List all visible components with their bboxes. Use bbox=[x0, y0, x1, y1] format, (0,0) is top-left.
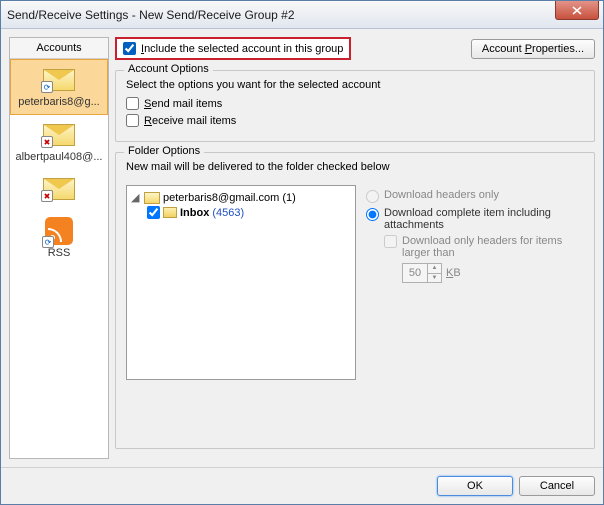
error-badge-icon: ✖ bbox=[41, 136, 53, 148]
accounts-sidebar: Accounts ⟳ peterbaris8@g... ✖ albertpaul… bbox=[9, 37, 109, 459]
main-panel: Include the selected account in this gro… bbox=[115, 37, 595, 459]
folder-tree[interactable]: ◢ peterbaris8@gmail.com (1) Inbox (4563) bbox=[126, 185, 356, 380]
envelope-icon: ⟳ bbox=[41, 66, 77, 94]
account-item-1[interactable]: ⟳ peterbaris8@g... bbox=[10, 59, 108, 115]
spinner-down-icon[interactable]: ▼ bbox=[428, 274, 441, 283]
rss-icon: ⟳ bbox=[45, 217, 73, 245]
titlebar: Send/Receive Settings - New Send/Receive… bbox=[1, 1, 603, 29]
complete-item-label: Download complete item including attachm… bbox=[384, 207, 584, 231]
send-mail-label: Send mail items bbox=[144, 98, 222, 110]
ok-button[interactable]: OK bbox=[437, 476, 513, 496]
send-mail-row: Send mail items bbox=[126, 97, 584, 110]
only-headers-larger-row: Download only headers for items larger t… bbox=[384, 235, 584, 259]
headers-only-radio[interactable] bbox=[366, 190, 379, 203]
account-item-2[interactable]: ✖ albertpaul408@... bbox=[10, 115, 108, 169]
account-label: RSS bbox=[12, 247, 106, 259]
receive-mail-label: Receive mail items bbox=[144, 115, 236, 127]
inbox-count: (4563) bbox=[212, 207, 244, 219]
tree-account-count: (1) bbox=[282, 192, 295, 204]
account-item-3[interactable]: ✖ bbox=[10, 169, 108, 211]
close-button[interactable] bbox=[555, 1, 599, 20]
folder-options-desc: New mail will be delivered to the folder… bbox=[126, 161, 584, 173]
fieldset-title: Account Options bbox=[124, 63, 213, 75]
complete-item-row: Download complete item including attachm… bbox=[366, 207, 584, 231]
dialog-body: Accounts ⟳ peterbaris8@g... ✖ albertpaul… bbox=[1, 29, 603, 467]
account-properties-button[interactable]: Account Properties... bbox=[471, 39, 595, 59]
tree-account-name: peterbaris8@gmail.com bbox=[163, 192, 279, 204]
inbox-label: Inbox bbox=[180, 207, 209, 219]
folder-options-fieldset: Folder Options New mail will be delivere… bbox=[115, 152, 595, 449]
size-spinner[interactable]: 50 ▲ ▼ bbox=[402, 263, 442, 283]
account-item-rss[interactable]: ⟳ RSS bbox=[10, 211, 108, 265]
dialog-footer: OK Cancel bbox=[1, 467, 603, 504]
only-headers-larger-checkbox[interactable] bbox=[384, 235, 397, 248]
complete-item-radio[interactable] bbox=[366, 208, 379, 221]
receive-mail-row: Receive mail items bbox=[126, 114, 584, 127]
sync-badge-icon: ⟳ bbox=[42, 236, 54, 248]
include-label: Include the selected account in this gro… bbox=[141, 43, 343, 55]
cancel-button[interactable]: Cancel bbox=[519, 476, 595, 496]
download-options: Download headers only Download complete … bbox=[366, 185, 584, 438]
send-mail-checkbox[interactable] bbox=[126, 97, 139, 110]
tree-account-row[interactable]: ◢ peterbaris8@gmail.com (1) bbox=[131, 190, 351, 205]
error-badge-icon: ✖ bbox=[41, 190, 53, 202]
sidebar-header: Accounts bbox=[10, 38, 108, 59]
only-headers-larger-label: Download only headers for items larger t… bbox=[402, 235, 584, 259]
size-value: 50 bbox=[403, 264, 427, 282]
folder-content: ◢ peterbaris8@gmail.com (1) Inbox (4563) bbox=[126, 185, 584, 438]
headers-only-label: Download headers only bbox=[384, 189, 499, 201]
close-icon bbox=[572, 6, 582, 15]
envelope-icon: ✖ bbox=[41, 175, 77, 203]
account-label: peterbaris8@g... bbox=[13, 96, 105, 108]
account-label: albertpaul408@... bbox=[12, 151, 106, 163]
window-title: Send/Receive Settings - New Send/Receive… bbox=[7, 8, 295, 22]
collapse-arrow-icon[interactable]: ◢ bbox=[131, 191, 141, 204]
mailbox-icon bbox=[144, 192, 160, 204]
account-options-fieldset: Account Options Select the options you w… bbox=[115, 70, 595, 142]
size-row: 50 ▲ ▼ KB bbox=[402, 263, 584, 283]
spinner-buttons: ▲ ▼ bbox=[427, 264, 441, 282]
include-checkbox-highlight: Include the selected account in this gro… bbox=[115, 37, 351, 60]
headers-only-row: Download headers only bbox=[366, 189, 584, 203]
inbox-checkbox[interactable] bbox=[147, 206, 160, 219]
account-options-desc: Select the options you want for the sele… bbox=[126, 79, 584, 91]
include-checkbox[interactable] bbox=[123, 42, 136, 55]
sync-badge-icon: ⟳ bbox=[41, 81, 53, 93]
fieldset-title: Folder Options bbox=[124, 145, 204, 157]
size-unit: KB bbox=[446, 267, 461, 279]
envelope-icon: ✖ bbox=[41, 121, 77, 149]
receive-mail-checkbox[interactable] bbox=[126, 114, 139, 127]
folder-icon bbox=[163, 207, 177, 218]
top-row: Include the selected account in this gro… bbox=[115, 37, 595, 60]
tree-inbox-row[interactable]: Inbox (4563) bbox=[147, 205, 351, 220]
dialog-window: Send/Receive Settings - New Send/Receive… bbox=[0, 0, 604, 505]
spinner-up-icon[interactable]: ▲ bbox=[428, 264, 441, 274]
